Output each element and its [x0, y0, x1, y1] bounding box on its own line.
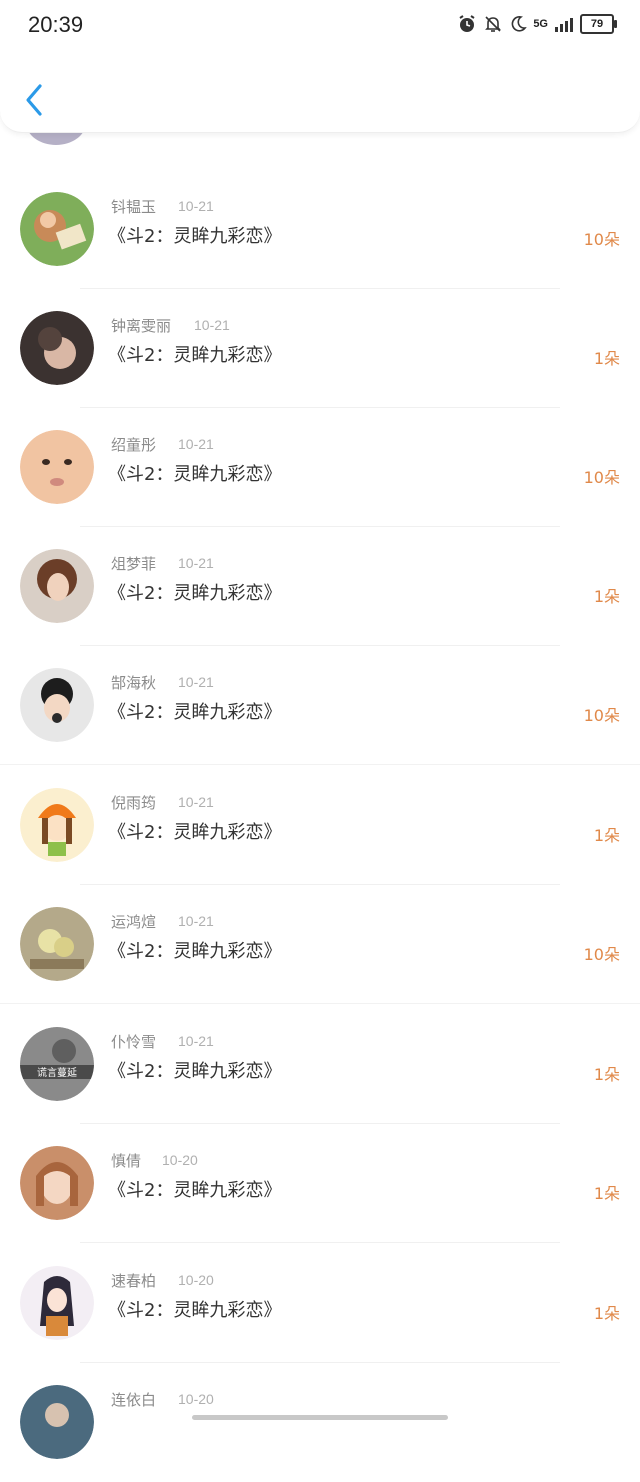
divider [0, 1003, 640, 1004]
date: 10-21 [178, 674, 214, 690]
avatar[interactable] [20, 907, 94, 981]
list-item[interactable]: 谎言蔓延 仆怜雪 10-21 《斗2：灵眸九彩恋》 1朵 [0, 1005, 640, 1124]
status-icons: 5G 79 [457, 14, 617, 34]
gift-title: 《斗2：灵眸九彩恋》 [108, 464, 282, 485]
gift-amount: 10朵 [583, 706, 620, 725]
date: 10-21 [178, 1033, 214, 1049]
list-item[interactable]: 慎倩 10-20 《斗2：灵眸九彩恋》 1朵 [0, 1124, 640, 1243]
gift-amount: 10朵 [583, 945, 620, 964]
list-item[interactable]: 绍童彤 10-21 《斗2：灵眸九彩恋》 10朵 [0, 408, 640, 527]
list-item[interactable]: 运鸿煊 10-21 《斗2：灵眸九彩恋》 10朵 [0, 885, 640, 1004]
gift-amount: 1朵 [593, 826, 620, 845]
avatar[interactable]: 谎言蔓延 [20, 1027, 94, 1101]
gift-title: 《斗2：灵眸九彩恋》 [108, 345, 282, 366]
status-bar: 20:39 5G 79 [0, 0, 640, 52]
gift-amount: 10朵 [583, 468, 620, 487]
gift-title: 《斗2：灵眸九彩恋》 [108, 702, 282, 723]
user-name: 钭韫玉 [111, 198, 157, 216]
avatar[interactable] [20, 430, 94, 504]
gift-title: 《斗2：灵眸九彩恋》 [108, 822, 282, 843]
user-name: 钟离雯丽 [111, 317, 172, 335]
gift-title: 《斗2：灵眸九彩恋》 [108, 226, 282, 247]
avatar[interactable] [20, 1146, 94, 1220]
list-item[interactable]: 郜海秋 10-21 《斗2：灵眸九彩恋》 10朵 [0, 646, 640, 765]
chevron-left-icon [26, 84, 42, 116]
user-name: 运鸿煊 [111, 913, 157, 931]
moon-icon [511, 16, 528, 32]
user-name: 倪雨筠 [111, 794, 157, 812]
list-item[interactable]: 倪雨筠 10-21 《斗2：灵眸九彩恋》 1朵 [0, 766, 640, 885]
date: 10-20 [178, 1272, 214, 1288]
gift-amount: 1朵 [593, 349, 620, 368]
date: 10-21 [178, 198, 214, 214]
gift-amount: 1朵 [593, 1184, 620, 1203]
user-name: 俎梦菲 [111, 555, 157, 573]
gift-amount: 1朵 [593, 1304, 620, 1323]
gift-title: 《斗2：灵眸九彩恋》 [108, 1180, 282, 1201]
user-name: 连依白 [111, 1391, 157, 1409]
list-item[interactable]: 连依白 10-20 [0, 1363, 640, 1482]
gift-amount: 1朵 [593, 1065, 620, 1084]
alarm-icon [459, 15, 475, 32]
list-item[interactable]: 钭韫玉 10-21 《斗2：灵眸九彩恋》 10朵 [0, 170, 640, 289]
avatar[interactable] [20, 1385, 94, 1459]
date: 10-21 [194, 317, 230, 333]
user-name: 仆怜雪 [111, 1033, 157, 1051]
back-button[interactable] [20, 80, 50, 120]
avatar[interactable] [20, 788, 94, 862]
date: 10-21 [178, 436, 214, 452]
avatar-text: 谎言蔓延 [37, 1066, 77, 1079]
date: 10-21 [178, 913, 214, 929]
date: 10-21 [178, 794, 214, 810]
date: 10-20 [178, 1391, 214, 1407]
avatar[interactable] [20, 1266, 94, 1340]
gift-title: 《斗2：灵眸九彩恋》 [108, 1061, 282, 1082]
avatar[interactable] [20, 192, 94, 266]
network-label: 5G [533, 18, 548, 30]
divider [0, 764, 640, 765]
divider [80, 1242, 560, 1243]
list-item[interactable]: 钟离雯丽 10-21 《斗2：灵眸九彩恋》 1朵 [0, 289, 640, 408]
avatar[interactable] [20, 311, 94, 385]
user-name: 郜海秋 [111, 674, 157, 692]
home-indicator[interactable] [192, 1415, 448, 1420]
gift-amount: 1朵 [593, 587, 620, 606]
avatar[interactable] [20, 668, 94, 742]
gift-title: 《斗2：灵眸九彩恋》 [108, 1300, 282, 1321]
user-name: 慎倩 [111, 1152, 142, 1170]
signal-icon [555, 18, 573, 32]
status-time: 20:39 [28, 12, 84, 37]
user-name: 速春柏 [111, 1272, 157, 1290]
user-name: 绍童彤 [111, 436, 157, 454]
list-item[interactable]: 速春柏 10-20 《斗2：灵眸九彩恋》 1朵 [0, 1244, 640, 1363]
date: 10-21 [178, 555, 214, 571]
list-item[interactable]: 俎梦菲 10-21 《斗2：灵眸九彩恋》 1朵 [0, 527, 640, 646]
date: 10-20 [162, 1152, 198, 1168]
gift-amount: 10朵 [583, 230, 620, 249]
avatar[interactable] [20, 549, 94, 623]
battery-icon: 79 [580, 14, 617, 34]
gift-title: 《斗2：灵眸九彩恋》 [108, 583, 282, 604]
gift-title: 《斗2：灵眸九彩恋》 [108, 941, 282, 962]
bell-muted-icon [485, 16, 502, 32]
